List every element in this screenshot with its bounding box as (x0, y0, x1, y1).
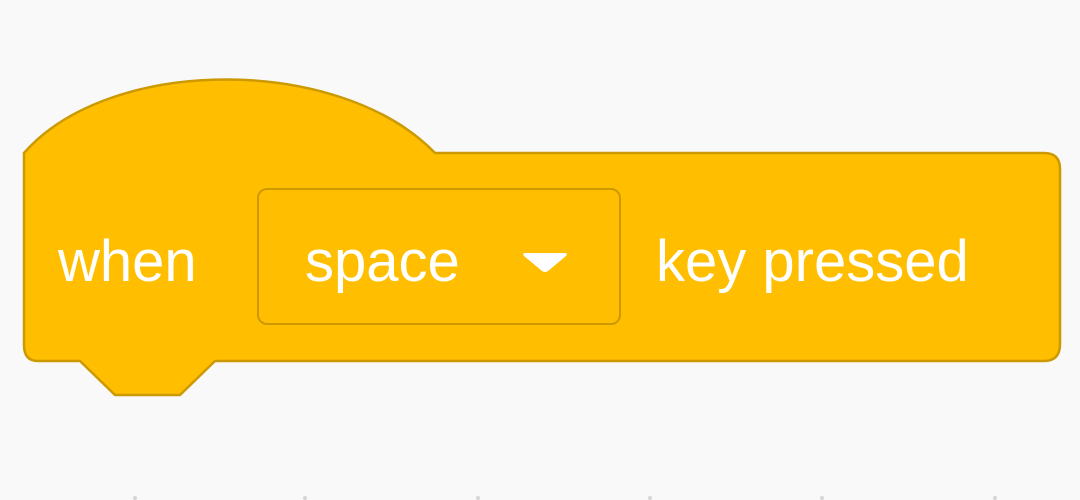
scripts-workspace: when space key pressed (0, 0, 1080, 500)
key-dropdown-value: space (305, 229, 460, 294)
workspace-grid-dots (133, 496, 997, 500)
block-label-when: when (58, 229, 197, 294)
block-label-key-pressed: key pressed (656, 229, 969, 294)
caret-down-icon (523, 253, 567, 272)
key-dropdown[interactable]: space (257, 188, 621, 325)
